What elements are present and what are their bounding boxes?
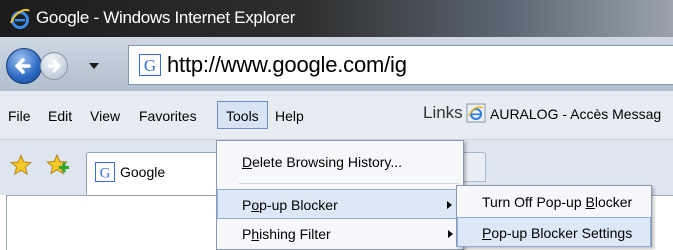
menu-bar: File Edit View Favorites Tools Help Link… — [0, 91, 673, 140]
address-row: G http://www.google.com/ig — [0, 37, 673, 91]
menu-item-delete-browsing-history[interactable]: Delete Browsing History... — [217, 147, 463, 177]
link-auralog[interactable]: AURALOG - Accès Messag — [490, 106, 661, 122]
svg-text:G: G — [144, 56, 156, 75]
history-dropdown-icon[interactable] — [88, 61, 100, 71]
menu-file[interactable]: File — [8, 108, 31, 124]
menu-item-popup-blocker[interactable]: Pop-up Blocker — [217, 189, 463, 219]
menu-help[interactable]: Help — [275, 108, 304, 124]
menu-view[interactable]: View — [90, 108, 120, 124]
back-arrow-icon — [15, 58, 31, 74]
navigation-buttons — [6, 48, 116, 84]
url-text: http://www.google.com/ig — [167, 52, 407, 77]
menu-edit[interactable]: Edit — [48, 108, 72, 124]
ie-logo-icon — [10, 8, 30, 29]
favorites-star-icon[interactable] — [10, 154, 32, 176]
back-button[interactable] — [6, 48, 42, 84]
forward-arrow-icon — [47, 59, 61, 73]
tab-label: Google — [120, 164, 166, 180]
ie-page-icon — [466, 103, 486, 123]
tab-google[interactable]: G Google — [86, 152, 228, 195]
title-bar: Google - Windows Internet Explorer — [0, 0, 673, 37]
svg-text:G: G — [100, 166, 111, 182]
menu-favorites[interactable]: Favorites — [139, 108, 197, 124]
popup-blocker-submenu: Turn Off Pop-up Blocker Pop-up Blocker S… — [456, 185, 652, 247]
submenu-arrow-icon — [448, 230, 453, 238]
add-favorite-icon[interactable] — [46, 153, 70, 177]
window-title: Google - Windows Internet Explorer — [36, 8, 296, 27]
menu-item-popup-blocker-settings[interactable]: Pop-up Blocker Settings — [457, 217, 651, 247]
menu-item-turn-off-popup-blocker[interactable]: Turn Off Pop-up Blocker — [457, 187, 651, 217]
forward-button[interactable] — [40, 52, 68, 80]
tools-menu: Delete Browsing History... Pop-up Blocke… — [216, 140, 464, 250]
links-label[interactable]: Links — [423, 103, 463, 123]
menu-tools[interactable]: Tools — [217, 101, 268, 129]
address-bar[interactable]: G http://www.google.com/ig — [128, 45, 673, 85]
menu-item-phishing-filter[interactable]: Phishing Filter — [217, 219, 463, 249]
google-favicon-icon: G — [95, 162, 115, 182]
menu-separator — [239, 183, 459, 184]
google-favicon-icon: G — [139, 54, 161, 76]
submenu-arrow-icon — [447, 201, 452, 209]
